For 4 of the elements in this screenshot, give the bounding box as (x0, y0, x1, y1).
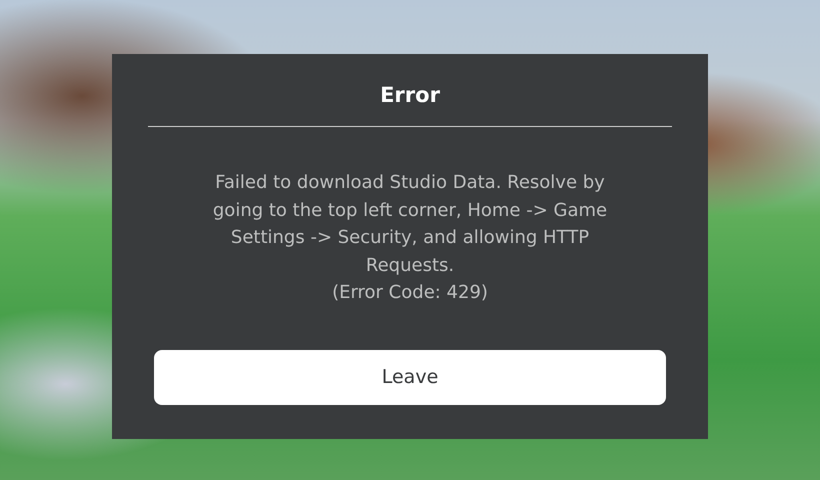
leave-button[interactable]: Leave (154, 350, 666, 404)
error-code: (Error Code: 429) (332, 281, 488, 305)
error-message: Failed to download Studio Data. Resolve by going to the top left corner, Home -> Game Settings -> Security, and allowing HTTP Requests. (212, 171, 608, 278)
dialog-title: Error (380, 82, 440, 109)
